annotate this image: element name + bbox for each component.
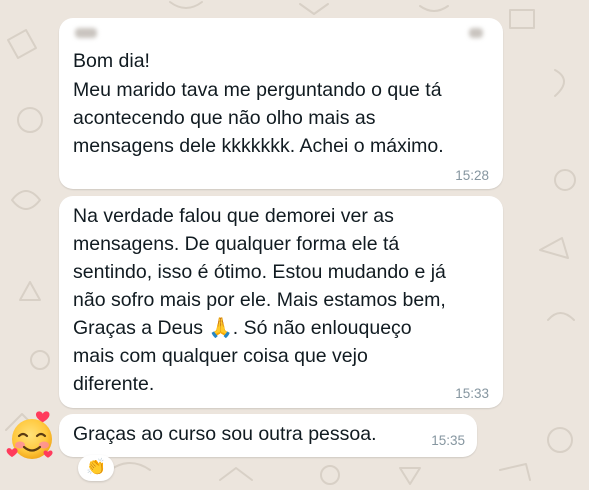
message-line: mais com qualquer coisa que vejo (73, 345, 368, 367)
sender-phone-blurred (469, 28, 483, 38)
message-bubble-3[interactable]: Graças ao curso sou outra pessoa. 15:35 (59, 414, 477, 457)
message-line: Meu marido tava me perguntando o que tá (73, 79, 442, 101)
message-line: não sofro mais por ele. Mais estamos bem… (73, 289, 446, 311)
message-bubble-2[interactable]: Na verdade falou que demorei ver as mens… (59, 196, 503, 408)
message-timestamp: 15:28 (455, 168, 489, 183)
chat-screen: { "messages": [ { "lines": [ "Bom dia!",… (0, 0, 589, 490)
message-line: mensagens. De qualquer forma ele tá (73, 233, 400, 255)
message-line: Na verdade falou que demorei ver as (73, 205, 394, 227)
message-line: Graças ao curso sou outra pessoa. (73, 423, 377, 445)
message-reaction[interactable]: 👏 (78, 455, 114, 481)
message-line: acontecendo que não olho mais as (73, 107, 376, 129)
message-line: mensagens dele kkkkkkk. Achei o máximo. (73, 135, 444, 157)
message-timestamp: 15:33 (455, 386, 489, 401)
message-line: Bom dia! (73, 50, 150, 72)
message-bubble-1[interactable]: Bom dia! Meu marido tava me perguntando … (59, 18, 503, 189)
message-timestamp: 15:35 (431, 433, 465, 448)
smiling-face-with-hearts-icon (6, 411, 53, 459)
message-line: Graças a Deus 🙏. Só não enlouqueço (73, 317, 412, 339)
message-line: diferente. (73, 373, 155, 395)
message-line: sentindo, isso é ótimo. Estou mudando e … (73, 261, 446, 283)
sender-name-blurred (75, 28, 97, 38)
